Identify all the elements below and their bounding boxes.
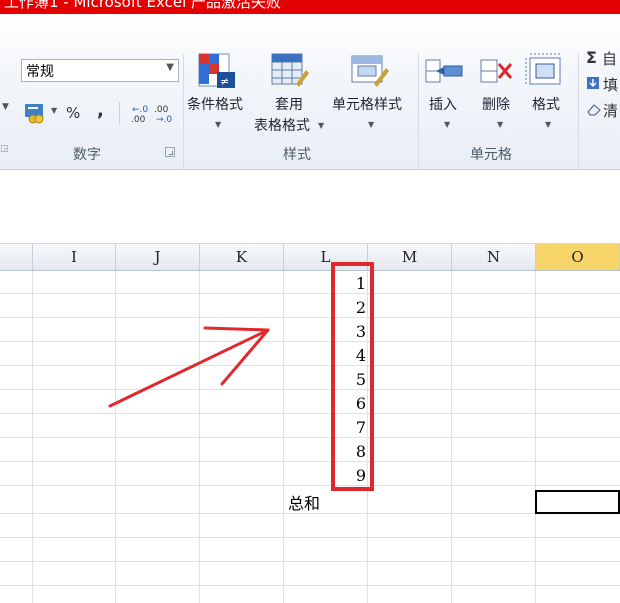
- column-header-k[interactable]: K: [200, 244, 284, 270]
- number-dialog-launcher-icon[interactable]: [165, 147, 175, 157]
- clipboard-launcher-icon[interactable]: ◲: [0, 144, 9, 154]
- styles-group-label: 样式: [283, 147, 311, 163]
- divider: [119, 102, 120, 124]
- gridline: [0, 585, 620, 586]
- cell-styles-icon[interactable]: [348, 48, 392, 92]
- highlight-box: [331, 262, 374, 491]
- accounting-format-icon[interactable]: [24, 102, 50, 124]
- chevron-down-icon: ▼: [166, 62, 174, 73]
- format-table-label-line2[interactable]: 表格格式: [254, 115, 310, 135]
- column-headers: I J K L M N O: [0, 244, 620, 271]
- svg-text:→.0: →.0: [156, 115, 172, 124]
- column-header-o[interactable]: O: [536, 244, 620, 270]
- chevron-down-icon: ▼: [51, 106, 58, 115]
- gridline: [0, 461, 620, 462]
- chevron-down-icon: ▼: [444, 120, 451, 129]
- format-as-table-icon[interactable]: [268, 48, 312, 92]
- cells-group-label: 单元格: [470, 147, 512, 163]
- gridline: [0, 437, 620, 438]
- arrow-annotation-icon: [108, 326, 270, 408]
- cell-styles-label[interactable]: 单元格样式: [332, 94, 402, 114]
- gridline: [0, 413, 620, 414]
- column-header-n[interactable]: N: [452, 244, 536, 270]
- number-group-label: 数字: [73, 147, 101, 163]
- delete-label[interactable]: 删除: [482, 94, 510, 114]
- sum-label-cell[interactable]: 总和: [288, 490, 320, 514]
- chevron-down-icon: ▼: [318, 121, 325, 130]
- fill-icon[interactable]: [586, 76, 600, 90]
- chevron-down-icon: ▼: [2, 102, 9, 112]
- increase-decimal-icon[interactable]: ←.0 .00: [127, 102, 149, 124]
- gridline: [0, 365, 620, 366]
- conditional-format-label[interactable]: 条件格式: [187, 94, 243, 114]
- format-label[interactable]: 格式: [532, 94, 560, 114]
- divider: [183, 54, 184, 169]
- autosum-label[interactable]: 自: [602, 48, 617, 69]
- format-cells-icon[interactable]: [524, 48, 568, 92]
- spreadsheet-grid[interactable]: 1 2 3 4 5 6 7 8 9 总和: [0, 262, 620, 603]
- gridline: [0, 317, 620, 318]
- insert-label[interactable]: 插入: [429, 94, 457, 114]
- divider: [578, 54, 579, 169]
- ribbon: 常规 ▼ ▼ ▼ % , ←.0 .00 .00 →.0 ◲ 数字 ≠ 条件格式…: [0, 14, 620, 170]
- insert-cells-icon[interactable]: [424, 52, 468, 92]
- percent-style-button[interactable]: %: [66, 104, 80, 122]
- chevron-down-icon: ▼: [497, 120, 504, 129]
- column-header-partial[interactable]: [0, 244, 33, 270]
- fill-label[interactable]: 填: [603, 74, 618, 95]
- number-format-value: 常规: [26, 64, 54, 80]
- number-format-dropdown[interactable]: 常规 ▼: [21, 59, 179, 82]
- eraser-icon[interactable]: [586, 102, 602, 116]
- autosum-icon[interactable]: Σ: [586, 48, 597, 67]
- column-header-j[interactable]: J: [116, 244, 200, 270]
- svg-text:.00: .00: [154, 105, 169, 115]
- window-title: 工作簿1 - Microsoft Excel 产品激活失败: [4, 0, 282, 11]
- gridline: [0, 537, 620, 538]
- gridline: [0, 485, 620, 486]
- chevron-down-icon: ▼: [215, 120, 222, 129]
- svg-text:.00: .00: [131, 115, 146, 124]
- gridline: [0, 561, 620, 562]
- svg-text:←.0: ←.0: [132, 105, 148, 115]
- format-table-label-line1[interactable]: 套用: [275, 94, 303, 114]
- conditional-format-icon[interactable]: ≠: [195, 48, 239, 92]
- decrease-decimal-icon[interactable]: .00 →.0: [152, 102, 176, 124]
- gridline: [0, 341, 620, 342]
- clear-label[interactable]: 清: [603, 100, 618, 121]
- comma-style-button[interactable]: ,: [97, 100, 104, 121]
- formula-bar-area[interactable]: [0, 170, 620, 244]
- title-bar: 工作簿1 - Microsoft Excel 产品激活失败: [0, 0, 620, 14]
- delete-cells-icon[interactable]: [477, 52, 517, 92]
- active-cell[interactable]: [535, 490, 620, 514]
- svg-text:≠: ≠: [220, 75, 229, 88]
- column-header-i[interactable]: I: [33, 244, 116, 270]
- chevron-down-icon: ▼: [368, 120, 375, 129]
- gridline: [0, 293, 620, 294]
- column-header-m[interactable]: M: [368, 244, 452, 270]
- chevron-down-icon: ▼: [545, 120, 552, 129]
- divider: [418, 54, 419, 169]
- gridline: [0, 389, 620, 390]
